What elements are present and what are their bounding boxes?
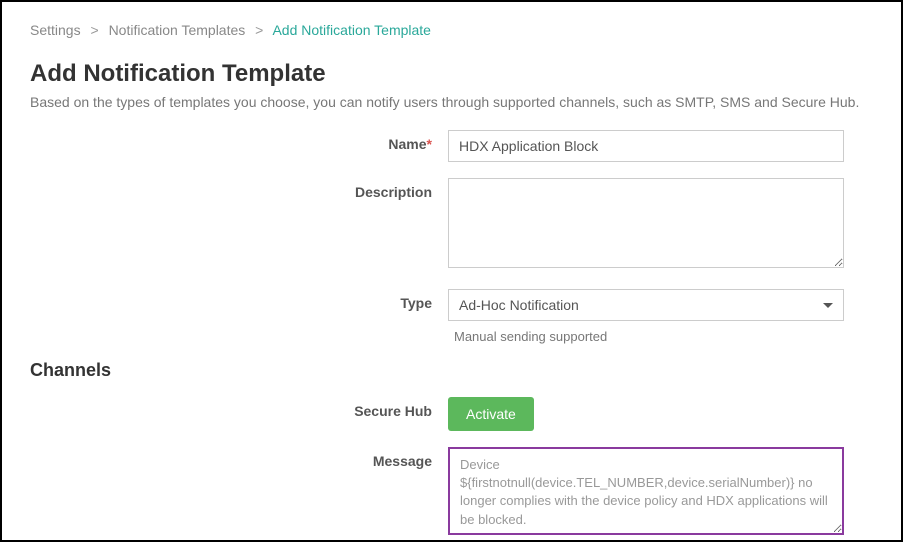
activate-button[interactable]: Activate <box>448 397 534 431</box>
message-label: Message <box>30 447 448 469</box>
description-input[interactable] <box>448 178 844 268</box>
breadcrumb: Settings > Notification Templates > Add … <box>30 22 873 38</box>
page-subtitle: Based on the types of templates you choo… <box>30 94 873 110</box>
breadcrumb-settings[interactable]: Settings <box>30 22 81 38</box>
secure-hub-label: Secure Hub <box>30 397 448 419</box>
type-helper-text: Manual sending supported <box>448 329 844 344</box>
page-title: Add Notification Template <box>30 60 873 88</box>
chevron-down-icon <box>823 303 833 308</box>
description-label: Description <box>30 178 448 200</box>
message-input[interactable] <box>448 447 844 535</box>
breadcrumb-sep: > <box>255 22 263 38</box>
name-label: Name* <box>30 130 448 152</box>
type-selected-value: Ad-Hoc Notification <box>459 297 579 313</box>
breadcrumb-templates[interactable]: Notification Templates <box>109 22 246 38</box>
type-select[interactable]: Ad-Hoc Notification <box>448 289 844 321</box>
name-input[interactable] <box>448 130 844 162</box>
type-label: Type <box>30 289 448 311</box>
channels-heading: Channels <box>30 360 873 381</box>
breadcrumb-sep: > <box>90 22 98 38</box>
breadcrumb-current: Add Notification Template <box>272 22 431 38</box>
